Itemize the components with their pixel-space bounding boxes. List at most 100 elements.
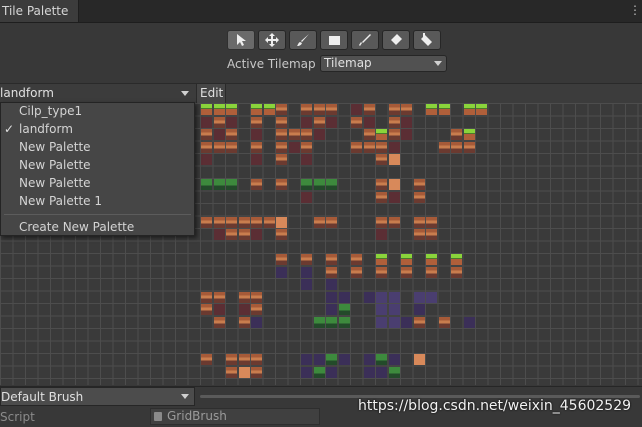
palette-tile[interactable]: [326, 291, 337, 303]
palette-tile[interactable]: [463, 141, 475, 153]
palette-tile[interactable]: [213, 291, 225, 303]
palette-tile[interactable]: [376, 316, 387, 328]
palette-tile[interactable]: [276, 141, 287, 153]
palette-tile[interactable]: [313, 316, 325, 328]
palette-tile[interactable]: [226, 116, 237, 128]
palette-tile[interactable]: [388, 354, 400, 365]
palette-tile[interactable]: [201, 291, 212, 303]
palette-tile[interactable]: [401, 129, 412, 140]
menu-item-palette[interactable]: New Palette: [1, 174, 194, 192]
palette-tile[interactable]: [351, 116, 362, 128]
menu-item-palette[interactable]: New Palette: [1, 138, 194, 156]
palette-tile[interactable]: [276, 154, 287, 165]
move-tool-button[interactable]: [258, 30, 286, 50]
palette-tile[interactable]: [401, 116, 412, 128]
palette-tile[interactable]: [263, 104, 275, 115]
palette-tile[interactable]: [326, 104, 337, 115]
palette-tile[interactable]: [251, 316, 262, 328]
palette-tile[interactable]: [326, 179, 337, 190]
palette-tile[interactable]: [238, 291, 250, 303]
palette-tile[interactable]: [326, 304, 337, 315]
palette-tile[interactable]: [388, 191, 400, 203]
palette-tile[interactable]: [276, 104, 287, 115]
palette-tile[interactable]: [276, 229, 287, 240]
palette-tile[interactable]: [313, 116, 325, 128]
palette-tile[interactable]: [238, 229, 250, 240]
palette-tile[interactable]: [226, 354, 237, 365]
palette-tile[interactable]: [276, 266, 287, 278]
palette-tile[interactable]: [451, 141, 462, 153]
palette-tile[interactable]: [226, 129, 237, 140]
palette-tile[interactable]: [276, 254, 287, 265]
palette-tile[interactable]: [226, 216, 237, 228]
palette-tile[interactable]: [213, 116, 225, 128]
palette-tile[interactable]: [376, 366, 387, 378]
palette-tile[interactable]: [288, 141, 300, 153]
palette-tile[interactable]: [301, 129, 312, 140]
palette-tile[interactable]: [326, 279, 337, 290]
paint-tool-button[interactable]: [289, 30, 317, 50]
palette-tile[interactable]: [251, 229, 262, 240]
palette-tile[interactable]: [376, 191, 387, 203]
palette-tile[interactable]: [238, 366, 250, 378]
palette-tile[interactable]: [363, 141, 375, 153]
palette-tile[interactable]: [338, 316, 350, 328]
palette-tile[interactable]: [376, 229, 387, 240]
palette-tile[interactable]: [326, 266, 337, 278]
palette-tile[interactable]: [426, 254, 437, 265]
menu-item-create-new-palette[interactable]: Create New Palette: [1, 218, 194, 236]
palette-tile[interactable]: [251, 154, 262, 165]
palette-tile[interactable]: [451, 129, 462, 140]
palette-tile[interactable]: [251, 291, 262, 303]
palette-tile[interactable]: [251, 179, 262, 190]
palette-tile[interactable]: [238, 216, 250, 228]
palette-tile[interactable]: [426, 266, 437, 278]
palette-tile[interactable]: [201, 116, 212, 128]
palette-tile[interactable]: [301, 154, 312, 165]
palette-tile[interactable]: [226, 229, 237, 240]
palette-tile[interactable]: [213, 316, 225, 328]
menu-item-palette[interactable]: ✓ landform: [1, 120, 194, 138]
tab-tile-palette[interactable]: Tile Palette: [0, 0, 79, 22]
palette-tile[interactable]: [238, 354, 250, 365]
palette-tile[interactable]: [251, 366, 262, 378]
palette-tile[interactable]: [326, 354, 337, 365]
palette-tile[interactable]: [376, 266, 387, 278]
palette-select[interactable]: landform: [0, 84, 195, 103]
palette-tile[interactable]: [301, 179, 312, 190]
palette-tile[interactable]: [326, 366, 337, 378]
palette-tile[interactable]: [338, 304, 350, 315]
palette-tile[interactable]: [351, 141, 362, 153]
palette-tile[interactable]: [301, 116, 312, 128]
palette-tile[interactable]: [351, 104, 362, 115]
brush-select[interactable]: Default Brush: [0, 387, 195, 406]
palette-tile[interactable]: [438, 104, 450, 115]
palette-tile[interactable]: [463, 129, 475, 140]
palette-tile[interactable]: [301, 191, 312, 203]
palette-tile[interactable]: [401, 104, 412, 115]
palette-tile[interactable]: [426, 216, 437, 228]
palette-tile[interactable]: [301, 254, 312, 265]
palette-tile[interactable]: [363, 129, 375, 140]
palette-tile[interactable]: [201, 216, 212, 228]
active-tilemap-select[interactable]: Tilemap: [320, 55, 447, 72]
palette-tile[interactable]: [388, 366, 400, 378]
select-tool-button[interactable]: [227, 30, 255, 50]
palette-tile[interactable]: [413, 316, 425, 328]
palette-tile[interactable]: [213, 304, 225, 315]
palette-tile[interactable]: [201, 154, 212, 165]
palette-tile[interactable]: [288, 129, 300, 140]
palette-tile[interactable]: [363, 291, 375, 303]
palette-tile[interactable]: [313, 129, 325, 140]
palette-tile[interactable]: [388, 179, 400, 190]
palette-tile[interactable]: [213, 179, 225, 190]
palette-tile[interactable]: [413, 229, 425, 240]
palette-tile[interactable]: [463, 316, 475, 328]
palette-tile[interactable]: [376, 216, 387, 228]
palette-tile[interactable]: [326, 254, 337, 265]
palette-tile[interactable]: [438, 141, 450, 153]
palette-tile[interactable]: [426, 291, 437, 303]
palette-tile[interactable]: [301, 279, 312, 290]
palette-tile[interactable]: [426, 229, 437, 240]
palette-tile[interactable]: [463, 104, 475, 115]
